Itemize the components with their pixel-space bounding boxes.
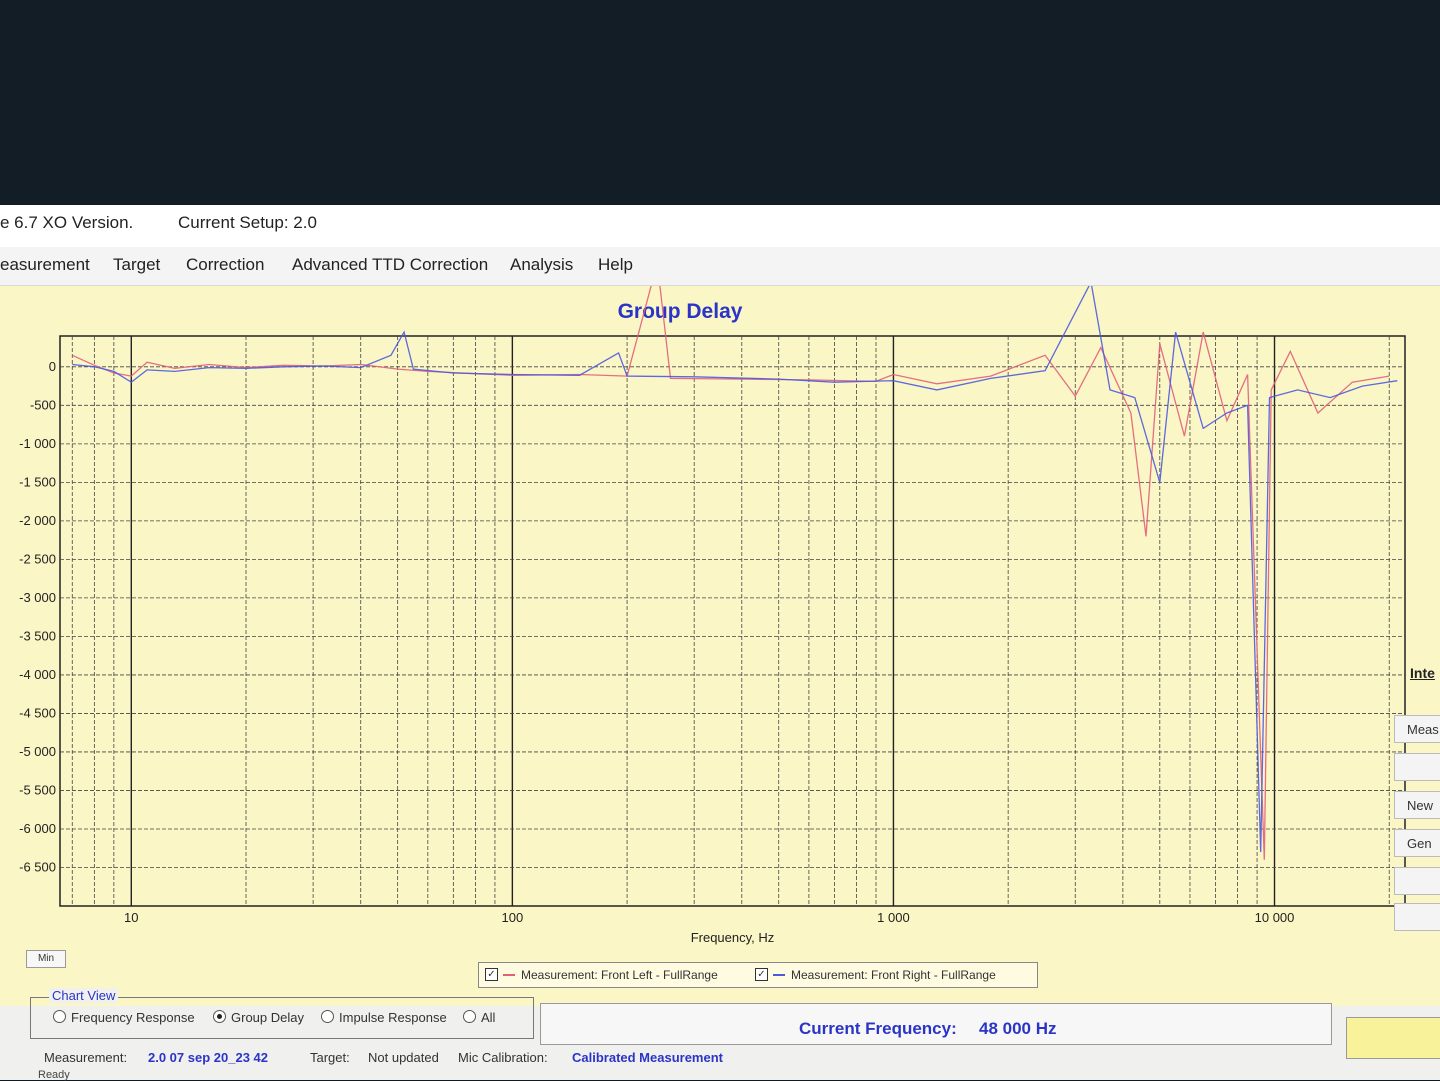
new-button[interactable]: New — [1394, 791, 1440, 819]
y-tick-label: -500 — [30, 397, 56, 412]
x-tick-label: 10 000 — [1255, 910, 1295, 925]
radio-indicator — [321, 1010, 334, 1023]
y-tick-label: -2 000 — [19, 513, 56, 528]
right-panel: Inte Meas New Gen — [1380, 545, 1440, 931]
radio-group-delay[interactable]: Group Delay — [213, 1010, 304, 1025]
status-target-value: Not updated — [368, 1050, 439, 1065]
legend-left-checkbox[interactable]: ✓ — [485, 968, 498, 981]
x-tick-label: 1 000 — [877, 910, 910, 925]
title-bar: e 6.7 XO Version. Current Setup: 2.0 — [0, 205, 1440, 247]
chart-panel: Group Delay 0 -500 -1 000 -1 500 -2 000 -2 50… — [0, 286, 1440, 1006]
radio-all[interactable]: All — [463, 1010, 495, 1025]
radio-label: Frequency Response — [71, 1010, 195, 1025]
app-title: e 6.7 XO Version. — [0, 213, 134, 232]
right-panel-header: Inte — [1410, 665, 1435, 681]
y-tick-label: -3 000 — [19, 590, 56, 605]
radio-frequency-response[interactable]: Frequency Response — [53, 1010, 195, 1025]
legend-right-label: Measurement: Front Right - FullRange — [791, 968, 996, 982]
menu-advanced-ttd-correction[interactable]: Advanced TTD Correction — [292, 255, 488, 275]
x-axis-label: Frequency, Hz — [691, 930, 775, 945]
status-measurement-label: Measurement: — [44, 1050, 128, 1065]
legend-right-checkbox[interactable]: ✓ — [755, 968, 768, 981]
monitor-bezel — [0, 0, 1440, 205]
y-tick-label: -1 500 — [19, 474, 56, 489]
status-target-label: Target: — [310, 1050, 350, 1065]
y-tick-label: -4 500 — [19, 705, 56, 720]
y-tick-label: -1 000 — [19, 436, 56, 451]
y-tick-label: -3 500 — [19, 628, 56, 643]
right-button-5[interactable] — [1394, 867, 1440, 895]
menu-target[interactable]: Target — [113, 255, 160, 275]
current-frequency-box: Current Frequency: 48 000 Hz — [540, 1003, 1332, 1045]
y-tick-label: -6 000 — [19, 821, 56, 836]
legend-right-swatch — [773, 974, 785, 976]
plot-area — [59, 335, 1406, 907]
radio-label: Impulse Response — [339, 1010, 447, 1025]
min-button[interactable]: Min — [26, 950, 66, 968]
status-measurement-value: 2.0 07 sep 20_23 42 — [148, 1050, 268, 1065]
status-bar: Measurement: 2.0 07 sep 20_23 42 Target:… — [30, 1048, 1440, 1070]
menu-help[interactable]: Help — [598, 255, 633, 275]
radio-indicator — [213, 1010, 226, 1023]
ready-status: Ready — [38, 1069, 70, 1081]
status-mic-label: Mic Calibration: — [458, 1050, 548, 1065]
chart-view-group: Chart View Frequency Response Group Dela… — [30, 988, 534, 1039]
menu-bar: easurement Target Correction Advanced TT… — [0, 247, 1440, 286]
radio-indicator — [463, 1010, 476, 1023]
current-setup: Current Setup: 2.0 — [178, 213, 317, 232]
y-tick-label: -5 000 — [19, 744, 56, 759]
right-button-2[interactable] — [1394, 753, 1440, 781]
chart-view-title: Chart View — [49, 988, 119, 1003]
y-tick-label: -4 000 — [19, 667, 56, 682]
menu-correction[interactable]: Correction — [186, 255, 264, 275]
radio-label: Group Delay — [231, 1010, 304, 1025]
menu-analysis[interactable]: Analysis — [510, 255, 573, 275]
right-button-6[interactable] — [1394, 903, 1440, 931]
status-mic-value: Calibrated Measurement — [572, 1050, 723, 1065]
group-delay-chart[interactable]: 0 -500 -1 000 -1 500 -2 000 -2 500 -3 000 -3 50… — [0, 286, 1440, 1006]
generate-button[interactable]: Gen — [1394, 829, 1440, 857]
menu-measurement[interactable]: easurement — [0, 255, 90, 275]
chart-legend: ✓ Measurement: Front Left - FullRange ✓ … — [478, 962, 1038, 988]
legend-left-swatch — [503, 974, 515, 976]
y-tick-label: -5 500 — [19, 782, 56, 797]
x-tick-label: 10 — [124, 910, 138, 925]
y-tick-label: 0 — [49, 359, 56, 374]
y-tick-label: -6 500 — [19, 859, 56, 874]
legend-left-label: Measurement: Front Left - FullRange — [521, 968, 718, 982]
radio-indicator — [53, 1010, 66, 1023]
current-frequency-label: Current Frequency: — [799, 1019, 957, 1038]
app-window: e 6.7 XO Version. Current Setup: 2.0 eas… — [0, 205, 1440, 1081]
y-tick-label: -2 500 — [19, 551, 56, 566]
x-tick-label: 100 — [502, 910, 524, 925]
measure-button[interactable]: Meas — [1394, 715, 1440, 743]
radio-label: All — [481, 1010, 496, 1025]
current-frequency-value: 48 000 Hz — [979, 1019, 1057, 1038]
radio-impulse-response[interactable]: Impulse Response — [321, 1010, 447, 1025]
